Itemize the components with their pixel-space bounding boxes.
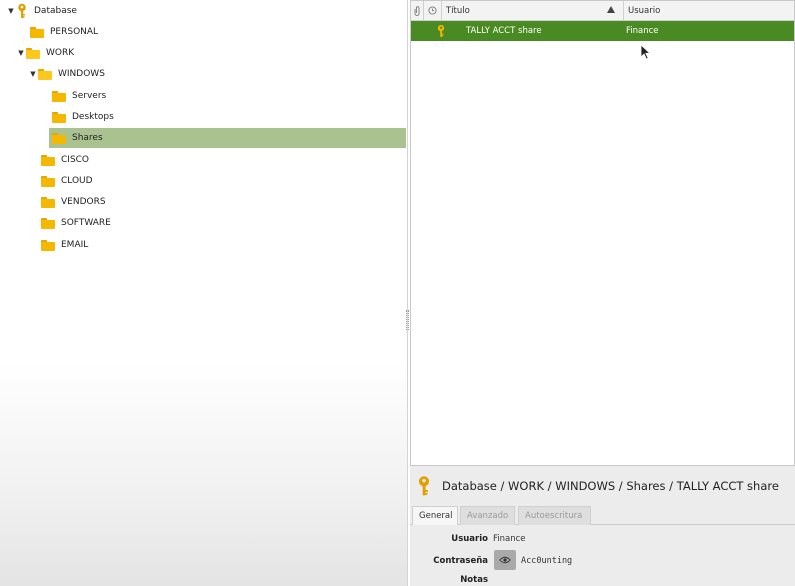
entry-list-header: Título Usuario [411, 0, 794, 21]
folder-icon [41, 239, 55, 251]
sort-ascending-icon [607, 5, 615, 13]
tab-general[interactable]: General [412, 506, 458, 525]
tab-autotype[interactable]: Autoescritura [518, 506, 591, 525]
notes-label: Notas [460, 575, 488, 585]
tree-item-label: CISCO [61, 155, 90, 165]
tree-item-work[interactable]: ▼ WORK [16, 43, 74, 63]
column-header-title[interactable]: Título [442, 0, 624, 21]
entry-username-cell: Finance [626, 26, 659, 36]
expand-arrow-icon[interactable]: ▼ [6, 1, 16, 21]
folder-icon [30, 26, 44, 38]
tree-root-label: Database [34, 6, 77, 16]
username-value: Finance [493, 534, 526, 544]
tree-item-label: Shares [72, 133, 103, 143]
entry-list[interactable]: Título Usuario TALLY ACCT share Finance [410, 0, 795, 466]
details-tab-bar: General Avanzado Autoescritura [410, 506, 795, 525]
folder-icon [41, 154, 55, 166]
tree-item-label: WINDOWS [58, 69, 105, 79]
entry-path-text: Database / WORK / WINDOWS / Shares / TAL… [442, 479, 779, 493]
entry-title-cell: TALLY ACCT share [466, 26, 542, 36]
tab-advanced[interactable]: Avanzado [460, 506, 515, 525]
tab-label: Autoescritura [525, 511, 583, 521]
tree-item-cloud[interactable]: CLOUD [41, 171, 93, 191]
tab-label: Avanzado [467, 511, 509, 521]
expand-arrow-icon[interactable]: ▼ [28, 64, 38, 84]
tree-item-label: CLOUD [61, 176, 93, 186]
folder-icon [52, 132, 66, 144]
tree-item-label: Desktops [72, 112, 114, 122]
folder-icon [41, 175, 55, 187]
tree-item-label: PERSONAL [50, 27, 99, 37]
clock-icon [428, 6, 437, 15]
expand-arrow-icon[interactable]: ▼ [16, 43, 26, 63]
tree-root-database[interactable]: ▼ Database [6, 1, 77, 21]
tree-item-label: EMAIL [61, 240, 89, 250]
tree-item-servers[interactable]: Servers [52, 86, 106, 106]
tree-item-windows[interactable]: ▼ WINDOWS [28, 64, 105, 84]
entry-details-panel: Database / WORK / WINDOWS / Shares / TAL… [410, 466, 795, 586]
folder-open-icon [38, 68, 52, 80]
entry-key-icon [418, 476, 430, 496]
show-password-button[interactable] [494, 550, 516, 570]
panel-splitter-handle[interactable] [406, 310, 409, 330]
tree-item-desktops[interactable]: Desktops [52, 107, 114, 127]
tree-item-cisco[interactable]: CISCO [41, 150, 89, 170]
tree-item-label: SOFTWARE [61, 218, 111, 228]
entry-key-icon [437, 24, 445, 37]
column-header-expiry[interactable] [424, 0, 442, 21]
database-key-icon [18, 3, 26, 18]
column-header-attachment[interactable] [411, 0, 424, 21]
tree-item-email[interactable]: EMAIL [41, 235, 88, 255]
password-text: Acc0unting [521, 556, 573, 566]
tree-item-vendors[interactable]: VENDORS [41, 192, 106, 212]
folder-icon [52, 111, 66, 123]
folder-open-icon [26, 47, 40, 59]
folder-icon [52, 90, 66, 102]
group-tree[interactable]: ▼ Database PERSONAL ▼ WORK ▼ WINDOWS Ser… [0, 0, 408, 586]
mouse-pointer-icon [640, 44, 652, 60]
paperclip-icon [414, 5, 420, 16]
tab-label: General [419, 511, 453, 521]
tree-item-personal[interactable]: PERSONAL [30, 22, 98, 42]
folder-icon [41, 196, 55, 208]
column-header-title-label: Título [446, 5, 470, 16]
tree-item-shares[interactable]: Shares [49, 128, 406, 148]
entry-path-breadcrumb: Database / WORK / WINDOWS / Shares / TAL… [416, 474, 779, 498]
column-header-username-label: Usuario [628, 5, 661, 16]
folder-icon [41, 217, 55, 229]
column-header-username[interactable]: Usuario [624, 1, 794, 21]
tree-item-label: Servers [72, 91, 107, 101]
entry-row[interactable]: TALLY ACCT share Finance [411, 21, 794, 41]
eye-icon [499, 556, 511, 564]
password-value: Acc0unting [521, 556, 572, 566]
password-label: Contraseña [433, 556, 488, 566]
tree-item-software[interactable]: SOFTWARE [41, 213, 111, 233]
tree-item-label: VENDORS [61, 197, 106, 207]
username-label: Usuario [451, 534, 488, 544]
tree-item-label: WORK [46, 48, 75, 58]
